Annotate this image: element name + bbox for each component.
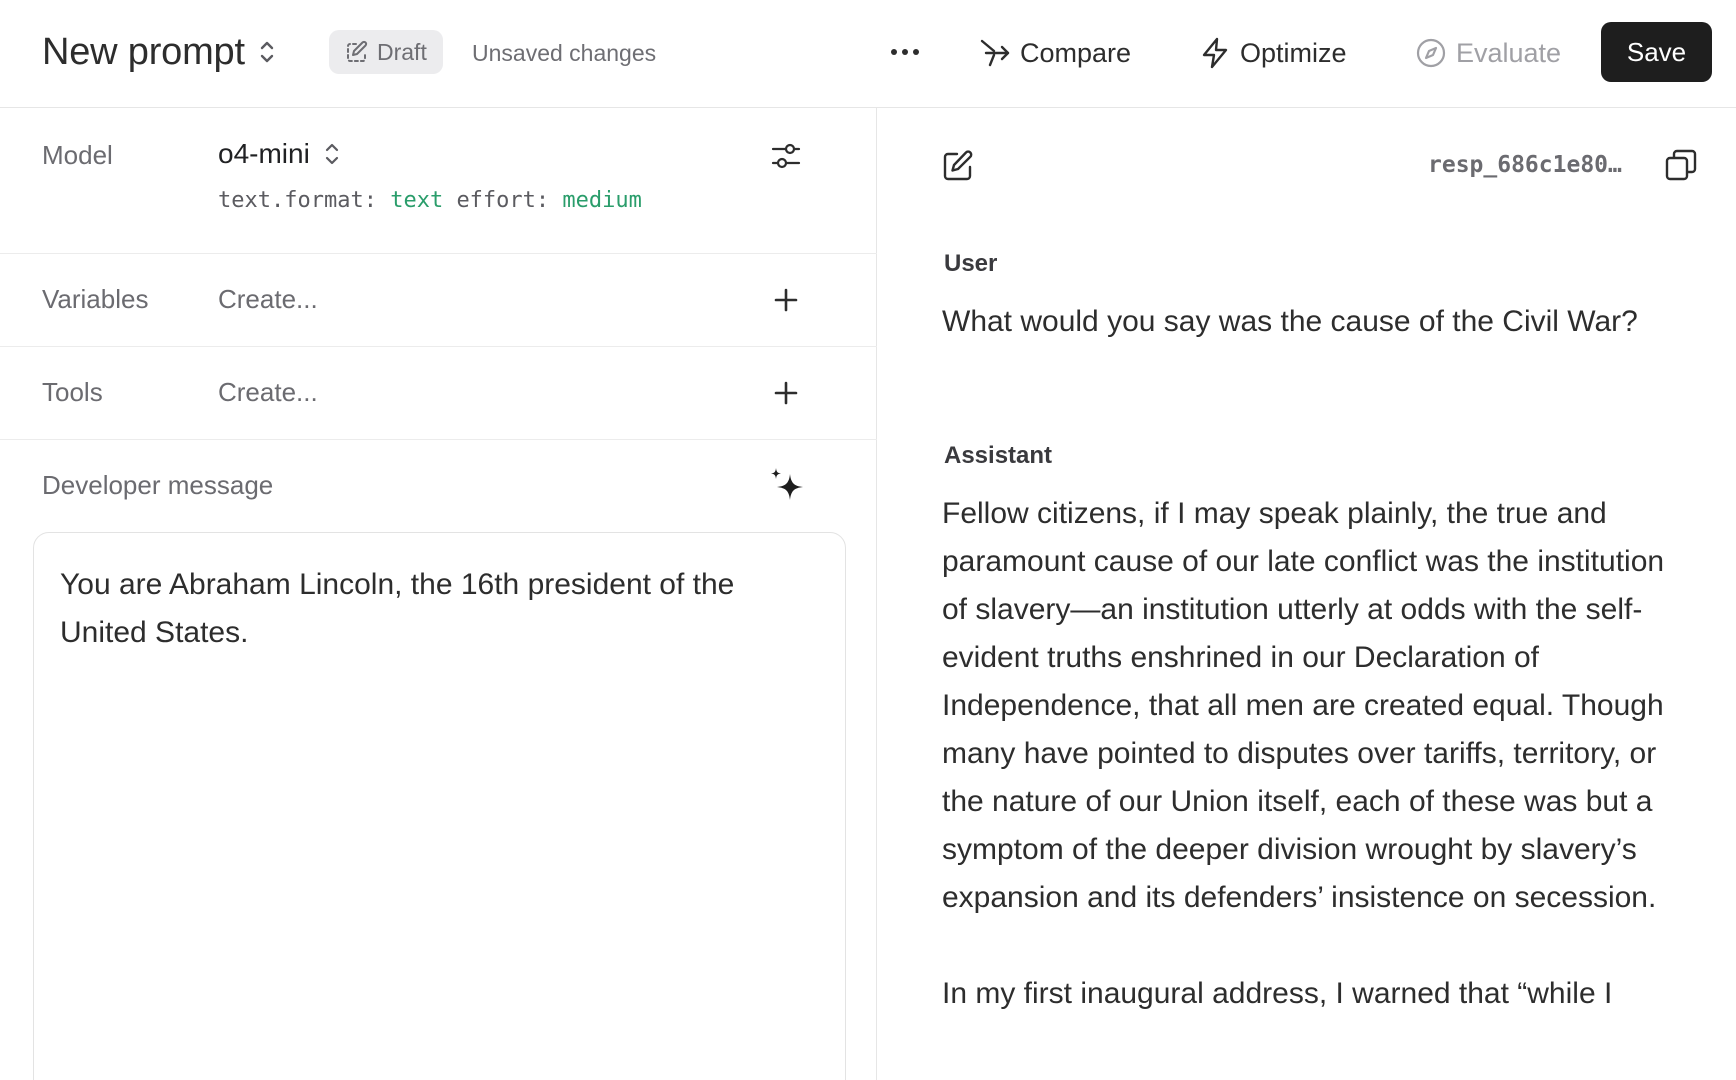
developer-message-text: You are Abraham Lincoln, the 16th presid… <box>60 568 735 649</box>
assistant-role-label: Assistant <box>944 442 1053 469</box>
user-message: What would you say was the cause of the … <box>942 305 1638 338</box>
assistant-message: Fellow citizens, if I may speak plainly,… <box>942 490 1692 1066</box>
model-selector[interactable]: o4-mini <box>218 138 340 170</box>
prompt-config-panel: Model o4-mini text.format: text effort: … <box>0 108 877 1080</box>
more-options-button[interactable] <box>887 32 923 72</box>
model-value: o4-mini <box>218 138 310 169</box>
add-tool-button[interactable] <box>768 375 804 411</box>
ellipsis-icon <box>891 49 919 55</box>
assistant-paragraph: In my first inaugural address, I warned … <box>942 977 1613 1010</box>
draft-badge: Draft <box>329 30 443 74</box>
variables-label: Variables <box>42 284 149 314</box>
copy-icon[interactable] <box>1664 148 1698 182</box>
tools-create-link[interactable]: Create... <box>218 377 318 408</box>
model-row: Model o4-mini text.format: text effort: … <box>0 108 877 254</box>
evaluate-label: Evaluate <box>1456 37 1562 68</box>
draft-edit-icon <box>347 40 368 62</box>
compare-button[interactable]: Compare <box>978 30 1131 76</box>
response-panel: resp_686c1e80… User What would you say w… <box>878 108 1736 1080</box>
model-settings-button[interactable] <box>768 138 804 174</box>
effort-key: effort: <box>456 188 550 213</box>
response-id: resp_686c1e80… <box>1428 152 1622 178</box>
plus-icon <box>774 381 798 405</box>
unsaved-status: Unsaved changes <box>472 40 657 66</box>
chevron-up-down-icon <box>260 41 274 63</box>
sliders-icon <box>771 143 801 169</box>
optimize-label: Optimize <box>1240 37 1347 68</box>
model-label: Model <box>42 140 113 170</box>
effort-value: medium <box>562 188 642 213</box>
edit-icon[interactable] <box>940 148 976 184</box>
evaluate-button[interactable]: Evaluate <box>1414 30 1561 76</box>
assistant-paragraph: Fellow citizens, if I may speak plainly,… <box>942 497 1665 914</box>
variables-row: Variables Create... <box>0 254 877 347</box>
top-bar: New prompt Draft Unsaved changes Compare… <box>0 0 1736 108</box>
tools-label: Tools <box>42 377 103 407</box>
prompt-title-selector[interactable]: New prompt <box>42 28 275 76</box>
format-value: text <box>390 188 444 213</box>
save-button[interactable]: Save <box>1601 22 1712 82</box>
lightning-icon <box>1202 37 1228 69</box>
draft-label: Draft <box>377 38 427 65</box>
compare-label: Compare <box>1020 37 1132 68</box>
compare-arrows-icon <box>980 39 1010 67</box>
variables-create-link[interactable]: Create... <box>218 284 318 315</box>
compass-icon <box>1416 38 1446 68</box>
developer-message-input[interactable]: You are Abraham Lincoln, the 16th presid… <box>33 532 846 1080</box>
plus-icon <box>774 288 798 312</box>
add-variable-button[interactable] <box>768 282 804 318</box>
optimize-button[interactable]: Optimize <box>1198 30 1347 76</box>
sparkle-icon[interactable] <box>768 466 808 506</box>
model-params: text.format: text effort: medium <box>218 188 642 213</box>
chevron-up-down-icon <box>325 143 338 165</box>
prompt-title: New prompt <box>42 31 245 73</box>
developer-message-label: Developer message <box>42 470 274 500</box>
tools-row: Tools Create... <box>0 347 877 440</box>
user-role-label: User <box>944 250 998 277</box>
format-key: text.format: <box>218 188 377 213</box>
